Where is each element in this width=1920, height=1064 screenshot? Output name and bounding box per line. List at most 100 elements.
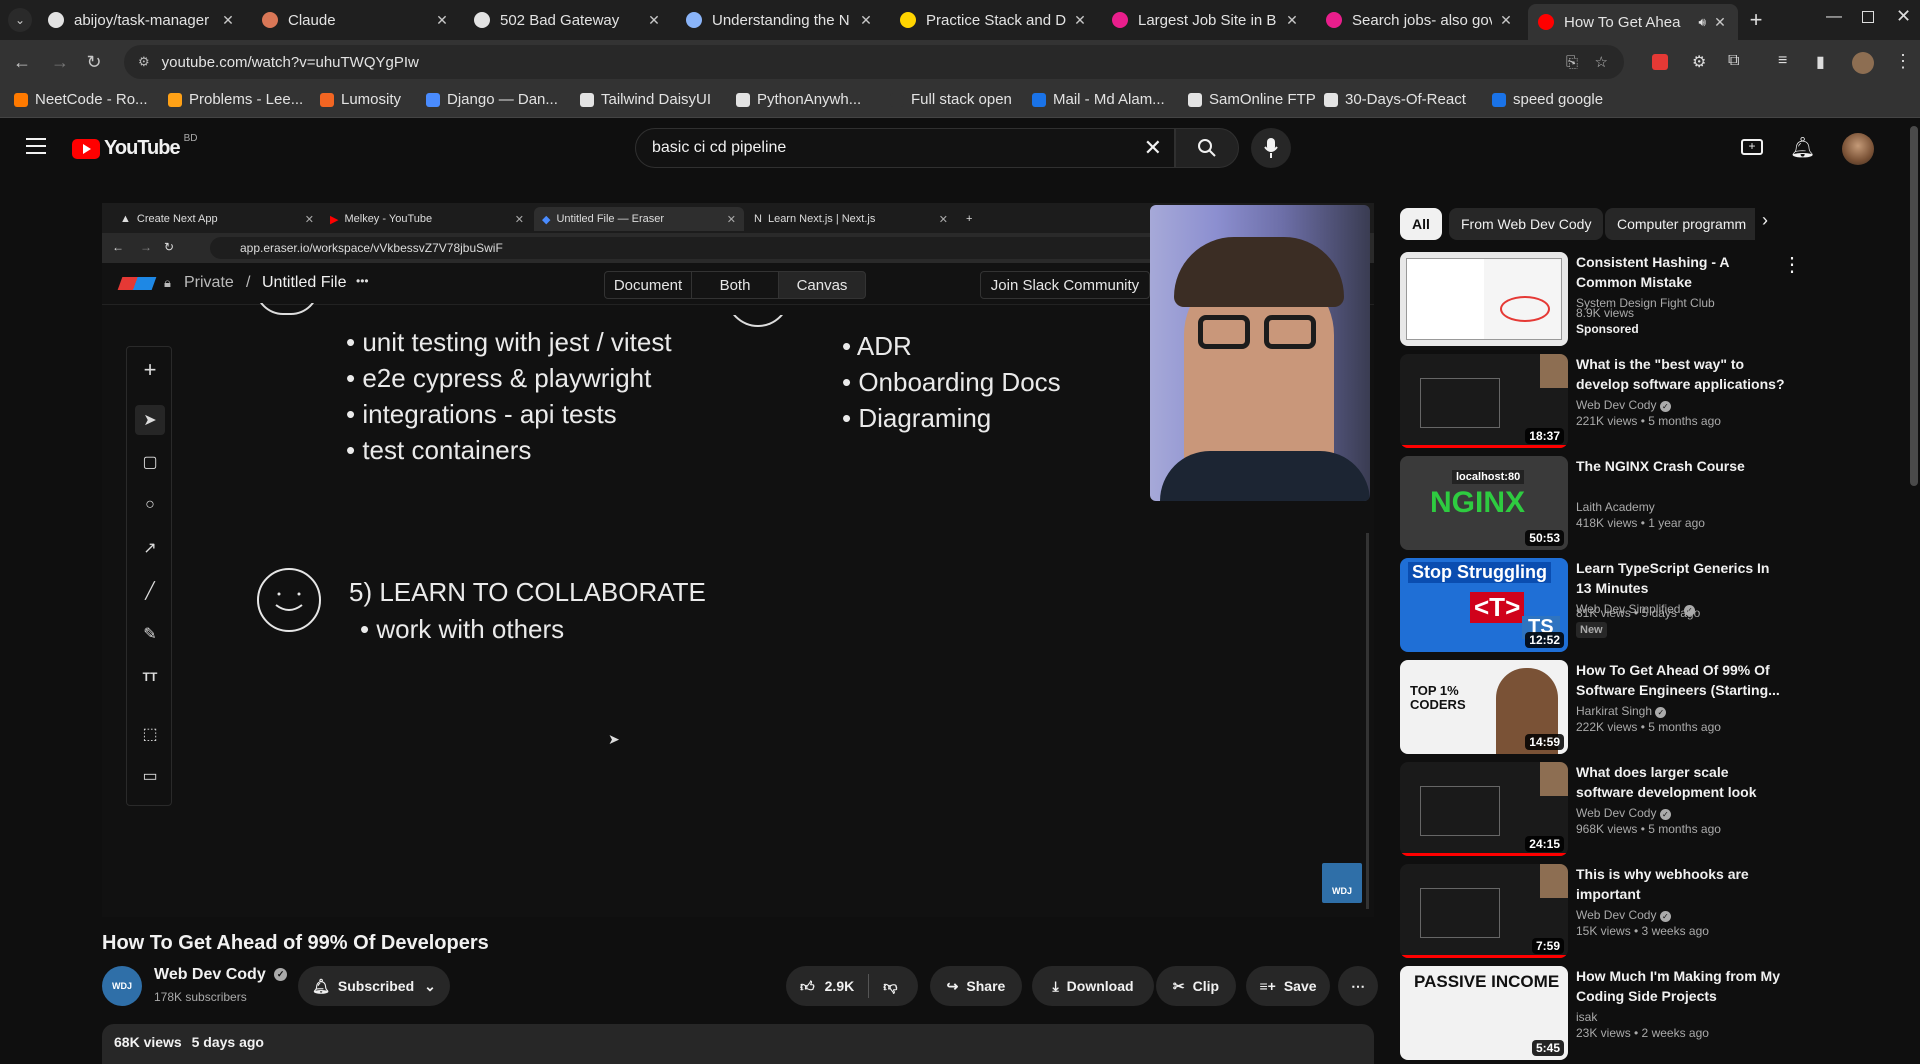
clip-button[interactable]: ✂ Clip — [1156, 966, 1236, 1006]
browser-tab[interactable]: Practice Stack and D ✕ — [890, 6, 1098, 34]
bookmark-item[interactable]: Full stack open — [890, 91, 1012, 108]
recommended-video[interactable]: TOP 1% CODERS 14:59 How To Get Ahead Of 99… — [1400, 660, 1900, 754]
recommended-video[interactable]: 24:15 What does larger scale software dev… — [1400, 762, 1900, 856]
account-avatar[interactable] — [1842, 133, 1874, 165]
close-tab-icon[interactable]: ✕ — [858, 12, 874, 29]
bookmark-item[interactable]: SamOnline FTP — [1188, 91, 1316, 108]
bookmark-item[interactable]: Tailwind DaisyUI — [580, 91, 711, 108]
channel-name[interactable]: Web Dev Cody ✓ — [1576, 398, 1671, 412]
tab-search-dropdown[interactable]: ⌄ — [8, 8, 32, 32]
voice-search-button[interactable] — [1251, 128, 1291, 168]
browser-tab[interactable]: 502 Bad Gateway ✕ — [464, 6, 672, 34]
video-thumbnail[interactable]: 7:59 — [1400, 864, 1568, 958]
youtube-logo[interactable]: YouTube BD — [72, 133, 197, 160]
channel-name[interactable]: Web Dev Cody ✓ — [1576, 908, 1671, 922]
bookmark-item[interactable]: PythonAnywh... — [736, 91, 861, 108]
tab-audio-icon[interactable]: 🔊︎ — [1698, 15, 1706, 30]
recommended-video[interactable]: 7:59 This is why webhooks are important We… — [1400, 864, 1900, 958]
video-title[interactable]: This is why webhooks are important — [1576, 864, 1786, 904]
bookmark-item[interactable]: Problems - Lee... — [168, 91, 303, 108]
close-window-button[interactable]: ✕ — [1896, 6, 1911, 27]
video-thumbnail[interactable]: TOP 1% CODERS 14:59 — [1400, 660, 1568, 754]
maximize-button[interactable] — [1862, 11, 1874, 23]
dislike-button[interactable]: 👎︎ — [883, 978, 897, 995]
close-tab-icon[interactable]: ✕ — [220, 12, 236, 29]
channel-name[interactable]: Laith Academy — [1576, 500, 1655, 514]
extension-icon[interactable] — [1652, 54, 1668, 70]
close-tab-icon[interactable]: ✕ — [1072, 12, 1088, 29]
search-input[interactable]: basic ci cd pipeline ✕ — [635, 128, 1175, 168]
video-thumbnail[interactable]: Stop Struggling <T> TS 12:52 — [1400, 558, 1568, 652]
download-button[interactable]: ⤓ Download — [1032, 966, 1154, 1006]
puzzle-icon[interactable]: ⧉ — [1728, 52, 1739, 70]
video-player[interactable]: ▲ Create Next App ✕ ▶ Melkey - YouTube ✕ ◆ Un… — [102, 203, 1374, 917]
bookmark-item[interactable]: Django — Dan... — [426, 91, 558, 108]
sidepanel-icon[interactable]: ▮ — [1816, 52, 1825, 72]
browser-tab[interactable]: Search jobs- also gov ✕ — [1316, 6, 1524, 34]
chip-computer-programming[interactable]: Computer programm — [1605, 208, 1755, 240]
address-bar[interactable]: ⚙ youtube.com/watch?v=uhuTWQYgPIw ⎘ ☆ — [124, 45, 1624, 79]
rec-more-options-icon[interactable]: ⋮ — [1782, 252, 1802, 277]
minimize-button[interactable]: — — [1826, 8, 1842, 26]
video-title[interactable]: What is the "best way" to develop softwa… — [1576, 354, 1786, 394]
channel-name[interactable]: isak — [1576, 1010, 1597, 1024]
menu-icon[interactable]: ⋮ — [1894, 51, 1912, 72]
video-thumbnail[interactable]: PASSIVE INCOME 5:45 — [1400, 966, 1568, 1060]
notifications-bell-icon[interactable]: 🔔︎ — [1790, 135, 1815, 160]
hamburger-menu-icon[interactable] — [26, 138, 46, 154]
video-thumbnail[interactable]: 18:37 — [1400, 354, 1568, 448]
channel-avatar[interactable]: WDJ — [102, 966, 142, 1006]
site-info-icon[interactable]: ⚙ — [138, 54, 150, 70]
recommended-video[interactable]: PASSIVE INCOME 5:45 How Much I'm Making fr… — [1400, 966, 1900, 1060]
video-title[interactable]: The NGINX Crash Course — [1576, 456, 1786, 476]
recommended-video[interactable]: Stop Struggling <T> TS 12:52 Learn TypeScrip… — [1400, 558, 1900, 652]
description-box[interactable]: 68K views 5 days ago — [102, 1024, 1374, 1064]
extension-icon[interactable]: ⚙ — [1692, 52, 1706, 72]
page-scrollbar[interactable] — [1910, 126, 1918, 486]
more-actions-button[interactable]: ⋯ — [1338, 966, 1378, 1006]
profile-avatar[interactable] — [1852, 52, 1874, 74]
channel-name[interactable]: Web Dev Cody ✓ — [1576, 806, 1671, 820]
close-tab-icon[interactable]: ✕ — [1498, 12, 1514, 29]
new-tab-button[interactable]: + — [1742, 6, 1770, 34]
clear-search-icon[interactable]: ✕ — [1144, 135, 1162, 161]
subscribed-button[interactable]: 🔔︎ Subscribed ⌄ — [298, 966, 450, 1006]
video-title[interactable]: How Much I'm Making from My Coding Side … — [1576, 966, 1786, 1006]
bookmark-item[interactable]: Mail - Md Alam... — [1032, 91, 1165, 108]
video-title[interactable]: How To Get Ahead Of 99% Of Software Engi… — [1576, 660, 1786, 700]
browser-tab[interactable]: Understanding the N ✕ — [676, 6, 884, 34]
bookmark-star-icon[interactable]: ☆ — [1595, 53, 1608, 71]
create-video-icon[interactable]: + — [1741, 139, 1763, 155]
close-tab-icon[interactable]: ✕ — [434, 12, 450, 29]
bookmark-item[interactable]: speed google — [1492, 91, 1603, 108]
media-icon[interactable]: ≡ — [1778, 52, 1787, 70]
recommended-video[interactable]: 18:37 What is the "best way" to develop s… — [1400, 354, 1900, 448]
browser-tab[interactable]: Claude ✕ — [252, 6, 460, 34]
channel-watermark[interactable]: WDJ — [1322, 863, 1362, 903]
back-button[interactable]: ← — [8, 48, 36, 76]
chip-from-channel[interactable]: From Web Dev Cody — [1449, 208, 1604, 240]
close-tab-icon[interactable]: ✕ — [646, 12, 662, 29]
bookmark-item[interactable]: Lumosity — [320, 91, 401, 108]
browser-tab[interactable]: Largest Job Site in B ✕ — [1102, 6, 1310, 34]
install-icon[interactable]: ⎘ — [1566, 54, 1578, 71]
forward-button[interactable]: → — [46, 48, 74, 76]
video-title[interactable]: Consistent Hashing - A Common Mistake — [1576, 252, 1786, 292]
chip-next-arrow-icon[interactable]: › — [1762, 210, 1768, 231]
close-tab-icon[interactable]: ✕ — [1284, 12, 1300, 29]
browser-tab[interactable]: How To Get Ahea 🔊︎ ✕ — [1528, 4, 1738, 40]
recommended-video[interactable]: Consistent Hashing - A Common Mistake Sys… — [1400, 252, 1900, 346]
recommended-video[interactable]: localhost:80 NGINX 50:53 The NGINX Crash Co… — [1400, 456, 1900, 550]
search-button[interactable] — [1175, 128, 1239, 168]
like-button[interactable]: 👍︎ 2.9K — [800, 978, 854, 995]
channel-name[interactable]: Harkirat Singh ✓ — [1576, 704, 1667, 718]
reload-button[interactable]: ↻ — [80, 48, 108, 76]
close-tab-icon[interactable]: ✕ — [1712, 14, 1728, 31]
video-thumbnail[interactable]: localhost:80 NGINX 50:53 — [1400, 456, 1568, 550]
video-thumbnail[interactable] — [1400, 252, 1568, 346]
video-title[interactable]: What does larger scale software developm… — [1576, 762, 1786, 802]
bookmark-item[interactable]: NeetCode - Ro... — [14, 91, 148, 108]
video-title[interactable]: Learn TypeScript Generics In 13 Minutes — [1576, 558, 1786, 598]
save-button[interactable]: ≡+ Save — [1246, 966, 1330, 1006]
bookmark-item[interactable]: 30-Days-Of-React — [1324, 91, 1466, 108]
